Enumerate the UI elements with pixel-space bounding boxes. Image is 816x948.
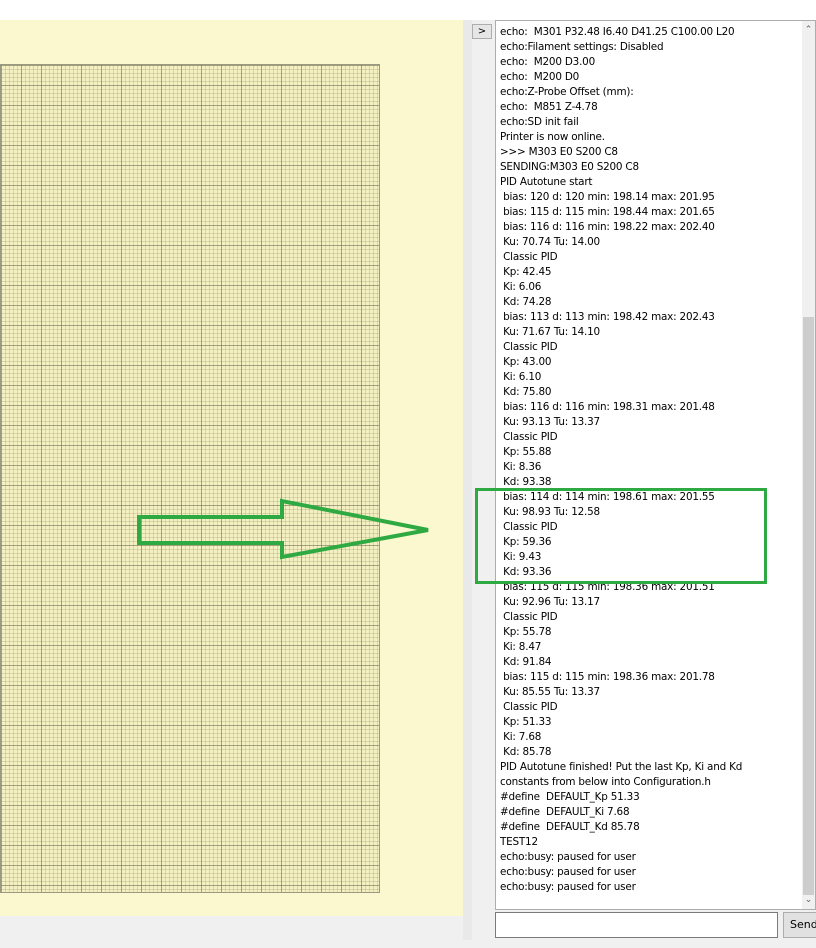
scrollbar-thumb[interactable] bbox=[803, 317, 814, 895]
console-line: echo:busy: paused for user bbox=[500, 866, 636, 878]
chevron-down-icon[interactable]: ⌄ bbox=[802, 893, 815, 907]
console-line: Kp: 55.88 bbox=[500, 446, 552, 458]
console-line: bias: 115 d: 115 min: 198.44 max: 201.65 bbox=[500, 206, 715, 218]
console-line: Ku: 85.55 Tu: 13.37 bbox=[500, 686, 600, 698]
console-line: echo:busy: paused for user bbox=[500, 881, 636, 893]
console-line: Ku: 93.13 Tu: 13.37 bbox=[500, 416, 600, 428]
console-line: bias: 115 d: 115 min: 198.36 max: 201.51 bbox=[500, 581, 715, 593]
console-line: echo:busy: paused for user bbox=[500, 851, 636, 863]
console-line: Classic PID bbox=[500, 611, 558, 623]
console-line: Kp: 55.78 bbox=[500, 626, 552, 638]
console-line: Classic PID bbox=[500, 521, 558, 533]
console-line: Classic PID bbox=[500, 341, 558, 353]
console-line: Ki: 8.47 bbox=[500, 641, 542, 653]
console-line: Kp: 43.00 bbox=[500, 356, 552, 368]
top-strip bbox=[0, 0, 816, 20]
console-line: echo: M200 D0 bbox=[500, 71, 580, 83]
print-bed-grid bbox=[0, 64, 380, 893]
console-line: Kd: 91.84 bbox=[500, 656, 552, 668]
console-line: Kp: 42.45 bbox=[500, 266, 552, 278]
panel-divider[interactable] bbox=[463, 20, 472, 940]
console-line: Kd: 93.38 bbox=[500, 476, 552, 488]
console-line: #define DEFAULT_Kp 51.33 bbox=[500, 791, 640, 803]
console-line: echo:Z-Probe Offset (mm): bbox=[500, 86, 634, 98]
console-lines: echo: M301 P32.48 I6.40 D41.25 C100.00 L… bbox=[500, 25, 800, 895]
console-line: bias: 120 d: 120 min: 198.14 max: 201.95 bbox=[500, 191, 715, 203]
console-line: SENDING:M303 E0 S200 C8 bbox=[500, 161, 639, 173]
console-line: #define DEFAULT_Ki 7.68 bbox=[500, 806, 630, 818]
console-line: TEST12 bbox=[500, 836, 538, 848]
console-scrollbar[interactable]: ⌃ ⌄ bbox=[802, 21, 815, 909]
console-line: Kd: 75.80 bbox=[500, 386, 552, 398]
console-line: echo: M851 Z-4.78 bbox=[500, 101, 598, 113]
console-line: Ki: 8.36 bbox=[500, 461, 542, 473]
chevron-up-icon[interactable]: ⌃ bbox=[802, 23, 815, 37]
console-line: bias: 116 d: 116 min: 198.31 max: 201.48 bbox=[500, 401, 715, 413]
console-line: echo:Filament settings: Disabled bbox=[500, 41, 664, 53]
console-line: Classic PID bbox=[500, 431, 558, 443]
console-line: Kd: 93.36 bbox=[500, 566, 552, 578]
console-line: Ku: 71.67 Tu: 14.10 bbox=[500, 326, 600, 338]
console-line: PID Autotune start bbox=[500, 176, 593, 188]
console-line: bias: 114 d: 114 min: 198.61 max: 201.55 bbox=[500, 491, 715, 503]
console-line: Classic PID bbox=[500, 701, 558, 713]
console-line: bias: 113 d: 113 min: 198.42 max: 202.43 bbox=[500, 311, 715, 323]
console-line: PID Autotune finished! Put the last Kp, … bbox=[500, 761, 743, 773]
send-button[interactable]: Send bbox=[783, 912, 816, 938]
console-line: Kd: 74.28 bbox=[500, 296, 552, 308]
console-line: Ku: 70.74 Tu: 14.00 bbox=[500, 236, 600, 248]
console-line: echo: M301 P32.48 I6.40 D41.25 C100.00 L… bbox=[500, 26, 735, 38]
command-input[interactable] bbox=[495, 912, 778, 938]
status-strip bbox=[0, 940, 816, 948]
console-line: Kp: 51.33 bbox=[500, 716, 552, 728]
console-line: Ki: 6.10 bbox=[500, 371, 542, 383]
console-line: echo:SD init fail bbox=[500, 116, 579, 128]
console-line: >>> M303 E0 S200 C8 bbox=[500, 146, 618, 158]
console-line: Printer is now online. bbox=[500, 131, 605, 143]
console-line: bias: 116 d: 116 min: 198.22 max: 202.40 bbox=[500, 221, 715, 233]
console-line: Ku: 98.93 Tu: 12.58 bbox=[500, 506, 600, 518]
console-line: Ki: 6.06 bbox=[500, 281, 542, 293]
console-line: Ki: 9.43 bbox=[500, 551, 542, 563]
console-line: echo: M200 D3.00 bbox=[500, 56, 595, 68]
console-line: Kp: 59.36 bbox=[500, 536, 552, 548]
plot-area bbox=[0, 20, 463, 916]
console-line: Classic PID bbox=[500, 251, 558, 263]
console-line: Ki: 7.68 bbox=[500, 731, 542, 743]
console-line: #define DEFAULT_Kd 85.78 bbox=[500, 821, 640, 833]
console-line: Kd: 85.78 bbox=[500, 746, 552, 758]
console-line: constants from below into Configuration.… bbox=[500, 776, 711, 788]
console-log[interactable]: echo: M301 P32.48 I6.40 D41.25 C100.00 L… bbox=[495, 20, 816, 910]
console-line: bias: 115 d: 115 min: 198.36 max: 201.78 bbox=[500, 671, 715, 683]
collapse-panel-button[interactable]: > bbox=[472, 24, 492, 39]
console-line: Ku: 92.96 Tu: 13.17 bbox=[500, 596, 600, 608]
